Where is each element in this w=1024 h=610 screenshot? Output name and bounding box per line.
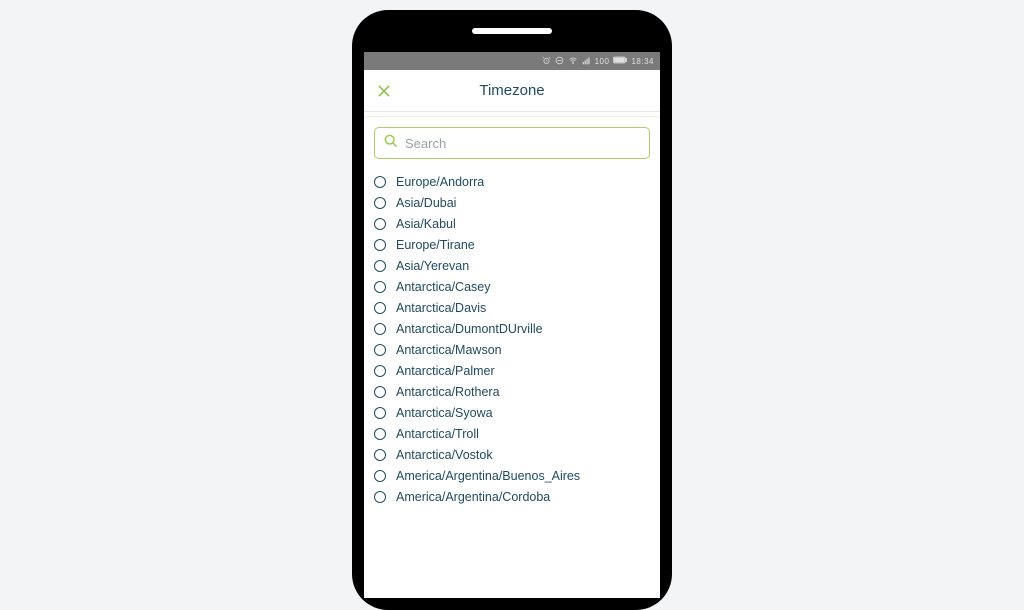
status-bar: 100 18:34 <box>364 52 660 70</box>
page-header: Timezone <box>364 70 660 112</box>
timezone-list: Europe/Andorra Asia/Dubai Asia/Kabul Europe… <box>364 167 660 507</box>
timezone-label: Antarctica/Vostok <box>396 448 493 462</box>
timezone-label: Asia/Yerevan <box>396 259 469 273</box>
clock-time: 18:34 <box>631 57 654 66</box>
radio-icon <box>374 302 386 314</box>
timezone-label: Antarctica/Mawson <box>396 343 502 357</box>
search-box[interactable] <box>374 127 650 159</box>
phone-speaker <box>472 28 552 34</box>
radio-icon <box>374 218 386 230</box>
timezone-label: Antarctica/DumontDUrville <box>396 322 543 336</box>
radio-icon <box>374 344 386 356</box>
timezone-row[interactable]: Asia/Yerevan <box>374 255 650 276</box>
search-container <box>364 116 660 167</box>
timezone-row[interactable]: Antarctica/Rothera <box>374 381 650 402</box>
radio-icon <box>374 323 386 335</box>
timezone-row[interactable]: Asia/Kabul <box>374 213 650 234</box>
timezone-label: America/Argentina/Cordoba <box>396 490 550 504</box>
timezone-label: Antarctica/Davis <box>396 301 486 315</box>
timezone-row[interactable]: Antarctica/Mawson <box>374 339 650 360</box>
timezone-row[interactable]: Antarctica/Troll <box>374 423 650 444</box>
radio-icon <box>374 281 386 293</box>
phone-screen: 100 18:34 Timezone <box>364 52 660 598</box>
battery-icon <box>613 56 627 66</box>
timezone-row[interactable]: America/Argentina/Buenos_Aires <box>374 465 650 486</box>
timezone-label: Antarctica/Troll <box>396 427 479 441</box>
radio-icon <box>374 365 386 377</box>
timezone-row[interactable]: Antarctica/Syowa <box>374 402 650 423</box>
timezone-label: Antarctica/Casey <box>396 280 490 294</box>
battery-percent: 100 <box>595 57 610 66</box>
timezone-row[interactable]: Europe/Andorra <box>374 171 650 192</box>
timezone-label: Antarctica/Palmer <box>396 364 495 378</box>
radio-icon <box>374 407 386 419</box>
timezone-label: Antarctica/Rothera <box>396 385 500 399</box>
timezone-label: Europe/Andorra <box>396 175 484 189</box>
page-title: Timezone <box>364 82 660 99</box>
timezone-label: Asia/Kabul <box>396 217 456 231</box>
timezone-row[interactable]: Asia/Dubai <box>374 192 650 213</box>
radio-icon <box>374 239 386 251</box>
radio-icon <box>374 491 386 503</box>
timezone-row[interactable]: America/Argentina/Cordoba <box>374 486 650 507</box>
timezone-label: Asia/Dubai <box>396 196 456 210</box>
alarm-icon <box>542 56 551 67</box>
timezone-label: America/Argentina/Buenos_Aires <box>396 469 580 483</box>
timezone-label: Antarctica/Syowa <box>396 406 493 420</box>
timezone-row[interactable]: Antarctica/DumontDUrville <box>374 318 650 339</box>
dnd-icon <box>555 56 564 67</box>
radio-icon <box>374 428 386 440</box>
radio-icon <box>374 197 386 209</box>
timezone-row[interactable]: Antarctica/Palmer <box>374 360 650 381</box>
wifi-icon <box>568 56 578 67</box>
timezone-row[interactable]: Antarctica/Davis <box>374 297 650 318</box>
radio-icon <box>374 449 386 461</box>
search-input[interactable] <box>405 136 641 151</box>
radio-icon <box>374 260 386 272</box>
close-button[interactable] <box>376 83 392 99</box>
timezone-row[interactable]: Antarctica/Vostok <box>374 444 650 465</box>
timezone-label: Europe/Tirane <box>396 238 475 252</box>
phone-frame: 100 18:34 Timezone <box>352 10 672 610</box>
timezone-row[interactable]: Europe/Tirane <box>374 234 650 255</box>
search-icon <box>383 133 399 154</box>
signal-icon <box>582 56 591 67</box>
timezone-row[interactable]: Antarctica/Casey <box>374 276 650 297</box>
radio-icon <box>374 470 386 482</box>
radio-icon <box>374 386 386 398</box>
radio-icon <box>374 176 386 188</box>
